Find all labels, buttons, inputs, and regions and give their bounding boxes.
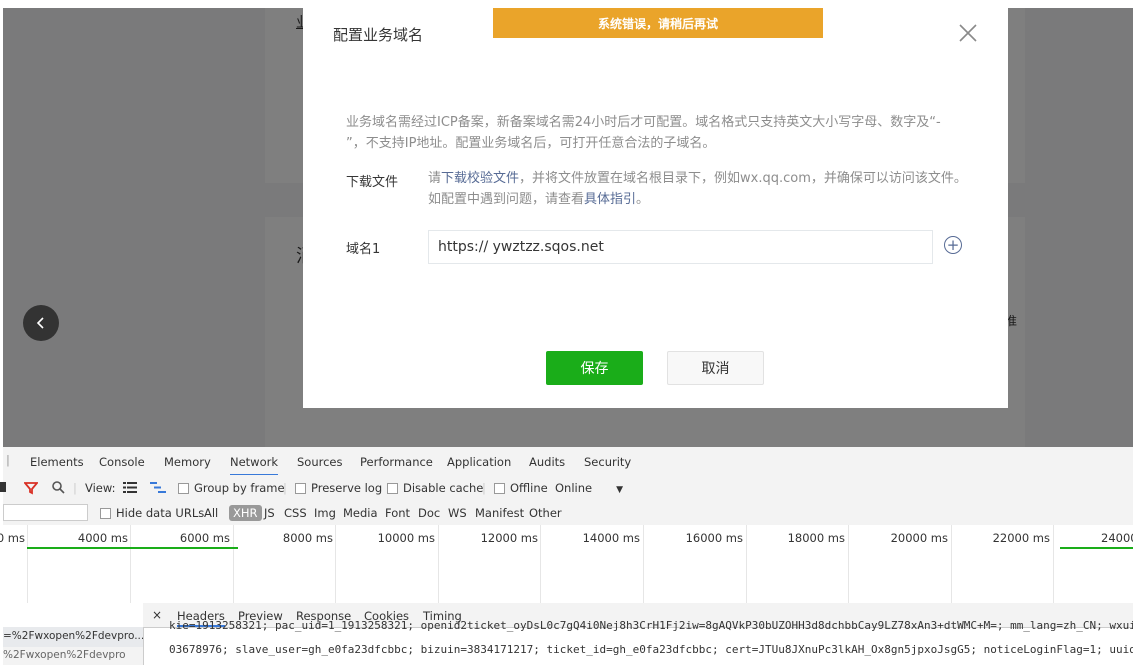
tab-sources[interactable]: Sources — [297, 455, 343, 469]
request-timing-bar — [1060, 547, 1133, 549]
group-by-frame-label: Group by frame — [194, 481, 285, 495]
tab-performance[interactable]: Performance — [360, 455, 433, 469]
filter-doc[interactable]: Doc — [418, 506, 440, 520]
throttle-label: Online — [555, 481, 593, 495]
network-timeline[interactable]: 0 ms 4000 ms 6000 ms 8000 ms 10000 ms 12… — [0, 525, 1133, 604]
tick-label: 8000 ms — [282, 531, 333, 545]
filter-js[interactable]: JS — [264, 506, 275, 520]
disable-cache-label: Disable cache — [403, 481, 484, 495]
tick-label: 12000 ms — [480, 531, 538, 545]
filter-xhr[interactable]: XHR — [229, 505, 262, 521]
filter-manifest[interactable]: Manifest — [475, 506, 524, 520]
cancel-button[interactable]: 取消 — [667, 351, 764, 385]
devtools-tabs: | Elements Console Memory Network Source… — [3, 447, 1133, 476]
tab-memory[interactable]: Memory — [164, 455, 211, 469]
offline-checkbox[interactable]: Offline — [494, 481, 548, 495]
chevron-left-icon — [36, 317, 44, 329]
tick-label: 22000 ms — [992, 531, 1050, 545]
save-button[interactable]: 保存 — [546, 351, 643, 385]
preserve-log-checkbox[interactable]: Preserve log — [295, 481, 382, 495]
disable-cache-checkbox[interactable]: Disable cache — [387, 481, 483, 495]
request-list: =%2Fwxopen%2Fdevpro... %2Fwxopen%2Fdevpr… — [3, 627, 144, 665]
hide-data-urls-checkbox[interactable]: Hide data URLs — [100, 506, 204, 520]
toolbar-separator: | — [482, 481, 486, 495]
tick-label: 18000 ms — [787, 531, 845, 545]
filter-input[interactable] — [3, 504, 88, 521]
download-prefix: 请 — [428, 171, 442, 186]
back-button[interactable] — [23, 305, 59, 341]
tick-label: 14000 ms — [582, 531, 640, 545]
preserve-log-label: Preserve log — [311, 481, 383, 495]
domain-input[interactable] — [428, 230, 933, 264]
hide-data-urls-label: Hide data URLs — [116, 506, 205, 520]
domain-description: 业务域名需经过ICP备案，新备案域名需24小时后才可配置。域名格式只支持英文大小… — [346, 115, 941, 151]
filter-icon[interactable] — [24, 481, 38, 495]
tab-elements[interactable]: Elements — [30, 455, 84, 469]
tab-separator: | — [6, 453, 10, 467]
filter-img[interactable]: Img — [314, 506, 336, 520]
toolbar-separator: | — [73, 481, 77, 495]
filter-bar: Hide data URLs All XHR JS CSS Img Media … — [3, 501, 1133, 526]
tab-security[interactable]: Security — [584, 455, 631, 469]
filter-ws[interactable]: WS — [448, 506, 467, 520]
filter-css[interactable]: CSS — [284, 506, 307, 520]
record-icon[interactable] — [0, 482, 6, 492]
download-suffix: 。 — [636, 192, 650, 207]
tab-console[interactable]: Console — [99, 455, 145, 469]
download-label: 下载文件 — [346, 175, 399, 190]
view-label: View: — [85, 481, 116, 495]
close-icon[interactable]: × — [152, 608, 162, 622]
tick-label: 20000 ms — [890, 531, 948, 545]
tab-application[interactable]: Application — [447, 455, 511, 469]
request-timing-bar — [27, 547, 238, 549]
error-toast: 系统错误，请稍后再试 — [493, 8, 823, 38]
request-row[interactable]: =%2Fwxopen%2Fdevpro... — [3, 627, 143, 647]
group-by-frame-checkbox[interactable]: Group by frame — [178, 481, 285, 495]
waterfall-icon[interactable] — [150, 482, 166, 493]
download-file-link[interactable]: 下载校验文件 — [441, 171, 519, 186]
search-icon[interactable] — [51, 480, 65, 494]
close-icon — [959, 24, 977, 42]
tick-label: 24000 — [1101, 531, 1133, 545]
configure-domain-dialog: 配置业务域名 系统错误，请稍后再试 业务域名需经过ICP备案，新备案域名需24小… — [303, 8, 1008, 408]
offline-label: Offline — [510, 481, 548, 495]
tick-label: 4000 ms — [77, 531, 128, 545]
domain-label: 域名1 — [346, 242, 381, 257]
tick-label: 16000 ms — [685, 531, 743, 545]
list-view-icon[interactable] — [123, 482, 137, 493]
filter-other[interactable]: Other — [529, 506, 562, 520]
devtools-panel: | Elements Console Memory Network Source… — [0, 447, 1133, 665]
tab-network[interactable]: Network — [230, 455, 279, 476]
cookie-header-line: 03678976; slave_user=gh_e0fa23dfcbbc; bi… — [169, 643, 1133, 656]
add-domain-button[interactable]: + — [944, 236, 962, 254]
filter-font[interactable]: Font — [385, 506, 410, 520]
top-strip — [0, 0, 1133, 8]
network-toolbar: | View: Group by frame | Preserve log Di… — [0, 475, 1133, 502]
download-instructions: 请下载校验文件，并将文件放置在域名根目录下，例如wx.qq.com，并确保可以访… — [428, 168, 973, 210]
filter-all[interactable]: All — [204, 506, 218, 520]
close-button[interactable] — [957, 22, 979, 44]
tick-label: 0 ms — [0, 531, 25, 545]
request-row[interactable]: %2Fwxopen%2Fdevpro — [3, 647, 143, 665]
dialog-title: 配置业务域名 — [333, 26, 424, 44]
tab-audits[interactable]: Audits — [529, 455, 565, 469]
request-details: =%2Fwxopen%2Fdevpro... %2Fwxopen%2Fdevpr… — [3, 603, 1133, 665]
caret-down-icon: ▼ — [616, 485, 624, 495]
toolbar-separator: | — [283, 481, 287, 495]
cookie-header-line: kie=1913258321; pac_uid=1_1913258321; op… — [169, 621, 1133, 632]
filter-media[interactable]: Media — [343, 506, 378, 520]
throttle-select[interactable]: Online ▼ — [555, 481, 623, 495]
guide-link[interactable]: 具体指引 — [584, 192, 636, 207]
tick-label: 6000 ms — [179, 531, 230, 545]
plus-circle-icon: + — [946, 235, 960, 254]
tick-label: 10000 ms — [377, 531, 435, 545]
